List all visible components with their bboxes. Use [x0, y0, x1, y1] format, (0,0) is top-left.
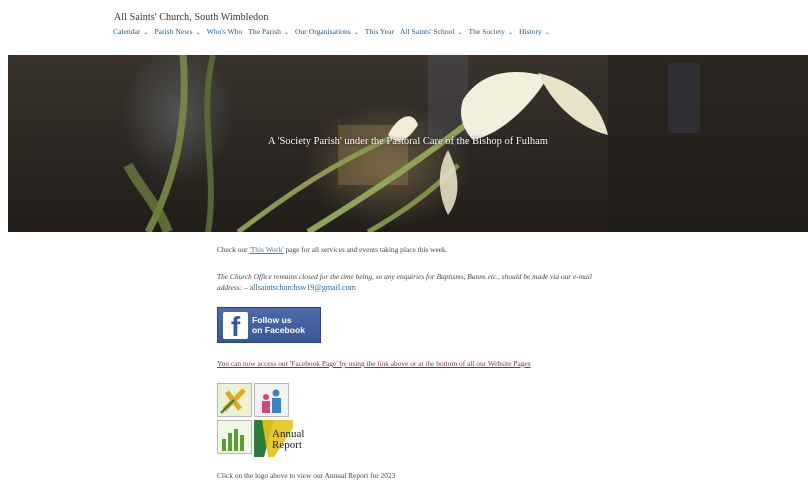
people-tile-icon: [254, 383, 289, 417]
chevron-down-icon[interactable]: ⌄: [545, 29, 550, 36]
chevron-down-icon[interactable]: ⌄: [284, 29, 289, 36]
nav-item-label: The Society: [468, 27, 505, 36]
facebook-label-line1: Follow us: [252, 315, 292, 325]
chevron-down-icon[interactable]: ⌄: [508, 29, 513, 36]
chevron-down-icon[interactable]: ⌄: [457, 29, 462, 36]
nav-item-label: All Saints' School: [399, 27, 455, 36]
facebook-follow-button[interactable]: f Follow us on Facebook: [217, 307, 321, 343]
nav-item-label: Parish News: [154, 27, 193, 36]
this-week-paragraph: Check our 'This Week' page for all servi…: [217, 245, 448, 254]
hero-banner: A 'Society Parish' under the Pastoral Ca…: [8, 55, 808, 232]
nav-item-label: Calendar: [113, 27, 141, 36]
nav-item-our-organisations[interactable]: Our Organisations ⌄: [295, 27, 359, 36]
email-address[interactable]: allsaintschurchsw19@gmail.com: [250, 283, 356, 292]
annual-label-line2: Report: [272, 439, 302, 451]
this-week-text-before: Check our: [217, 245, 250, 254]
nav-item-label: History: [519, 27, 542, 36]
facebook-label-line2: on Facebook: [252, 325, 306, 335]
nav-item-calendar[interactable]: Calendar ⌄: [113, 27, 148, 36]
nav-item-label: Who's Who: [206, 27, 243, 36]
hero-caption: A 'Society Parish' under the Pastoral Ca…: [268, 136, 548, 147]
chevron-down-icon[interactable]: ⌄: [196, 29, 201, 36]
nav-item-all-saints-school[interactable]: All Saints' School ⌄: [400, 27, 463, 36]
this-week-link[interactable]: 'This Week': [249, 245, 283, 254]
facebook-logo-icon: f: [223, 312, 248, 339]
nav-item-the-parish[interactable]: The Parish ⌄: [248, 27, 289, 36]
nav-item-label: The Parish: [248, 27, 281, 36]
chevron-down-icon[interactable]: ⌄: [143, 29, 148, 36]
nav-item-label: This Year: [364, 27, 394, 36]
nav-item-who-s-who[interactable]: Who's Who: [207, 27, 243, 36]
annual-report-tile: Annual Report: [254, 420, 304, 457]
chevron-down-icon[interactable]: ⌄: [354, 29, 359, 36]
main-nav: Calendar ⌄ Parish News ⌄ Who's Who The Parish…: [113, 27, 550, 36]
nav-item-label: Our Organisations: [295, 27, 351, 36]
nav-item-parish-news[interactable]: Parish News ⌄: [154, 27, 200, 36]
nav-item-history[interactable]: History ⌄: [519, 27, 550, 36]
annual-report-label: Annual Report: [272, 429, 304, 451]
annual-report-logo[interactable]: Annual Report: [217, 383, 304, 457]
facebook-page-link[interactable]: You can now access our 'Facebook Page' b…: [217, 359, 531, 368]
cross-tile-icon: [217, 383, 252, 417]
site-title[interactable]: All Saints' Church, South Wimbledon: [114, 12, 268, 23]
facebook-button-label: Follow us on Facebook: [252, 315, 305, 335]
this-week-text-after: page for all services and events taking …: [283, 245, 448, 254]
bar-chart-tile-icon: [217, 420, 252, 454]
nav-item-the-society[interactable]: The Society ⌄: [469, 27, 514, 36]
nav-item-this-year[interactable]: This Year: [365, 27, 394, 36]
church-office-notice: The Church Office remains closed for the…: [217, 272, 617, 293]
